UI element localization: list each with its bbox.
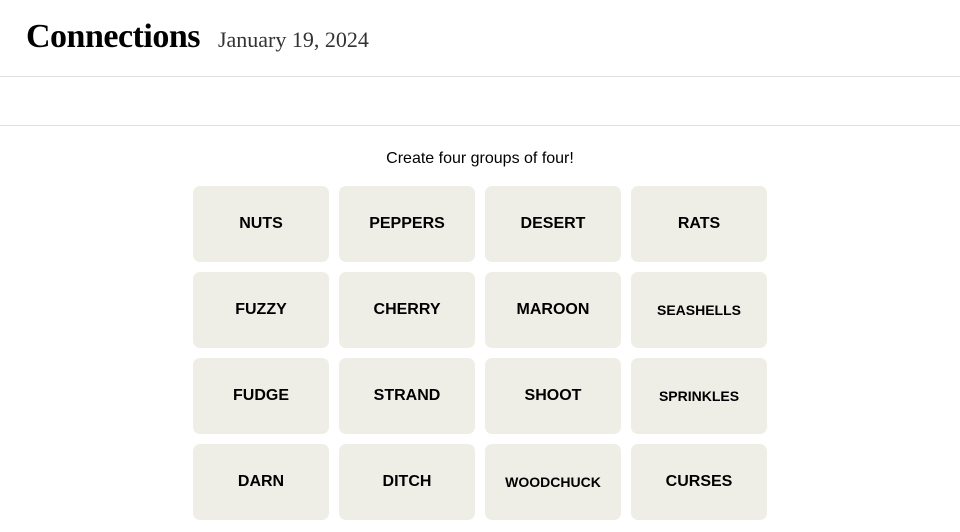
tile-grid: NUTS PEPPERS DESERT RATS FUZZY CHERRY MA… (193, 186, 767, 520)
tile[interactable]: CURSES (631, 444, 767, 520)
tile[interactable]: STRAND (339, 358, 475, 434)
puzzle-date: January 19, 2024 (218, 27, 369, 53)
instruction-text: Create four groups of four! (0, 150, 960, 168)
tile[interactable]: WOODCHUCK (485, 444, 621, 520)
grid-container: NUTS PEPPERS DESERT RATS FUZZY CHERRY MA… (0, 186, 960, 520)
tile[interactable]: SEASHELLS (631, 272, 767, 348)
page-title: Connections (26, 18, 200, 56)
tile[interactable]: RATS (631, 186, 767, 262)
tile[interactable]: MAROON (485, 272, 621, 348)
tile[interactable]: FUZZY (193, 272, 329, 348)
tile[interactable]: FUDGE (193, 358, 329, 434)
tile[interactable]: DITCH (339, 444, 475, 520)
tile[interactable]: SPRINKLES (631, 358, 767, 434)
divider-band (0, 76, 960, 126)
tile[interactable]: PEPPERS (339, 186, 475, 262)
tile[interactable]: DESERT (485, 186, 621, 262)
tile[interactable]: NUTS (193, 186, 329, 262)
tile[interactable]: DARN (193, 444, 329, 520)
tile[interactable]: CHERRY (339, 272, 475, 348)
header: Connections January 19, 2024 (0, 0, 960, 76)
tile[interactable]: SHOOT (485, 358, 621, 434)
